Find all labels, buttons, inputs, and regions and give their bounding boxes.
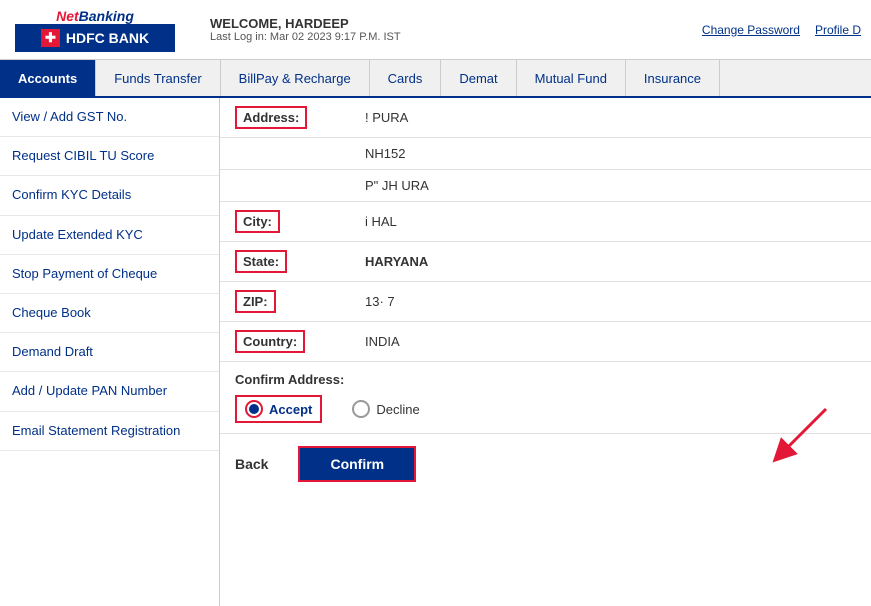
- sidebar-item-demand-draft[interactable]: Demand Draft: [0, 333, 219, 372]
- action-row: Back Confirm: [220, 434, 871, 494]
- welcome-area: WELCOME, HARDEEP Last Log in: Mar 02 202…: [200, 16, 702, 43]
- tab-demat[interactable]: Demat: [441, 60, 516, 96]
- form-row-address-3: P" JH URA: [220, 170, 871, 202]
- form-row-zip: ZIP: 13· 7: [220, 282, 871, 322]
- address-label-cell: Address:: [220, 98, 350, 138]
- form-row-city: City: i HAL: [220, 202, 871, 242]
- accept-radio[interactable]: [245, 400, 263, 418]
- state-label: State:: [235, 250, 287, 273]
- address-value-2: NH152: [350, 138, 871, 170]
- header-links: Change Password Profile D: [702, 23, 861, 37]
- back-button[interactable]: Back: [235, 456, 268, 472]
- decline-label: Decline: [376, 402, 419, 417]
- country-label-cell: Country:: [220, 322, 350, 362]
- sidebar-item-cibil[interactable]: Request CIBIL TU Score: [0, 137, 219, 176]
- state-label-cell: State:: [220, 242, 350, 282]
- logo-area: NetBanking ✚ HDFC BANK: [10, 8, 180, 52]
- address-label-cell-2: [220, 138, 350, 170]
- zip-value: 13· 7: [350, 282, 871, 322]
- zip-label-cell: ZIP:: [220, 282, 350, 322]
- page-header: NetBanking ✚ HDFC BANK WELCOME, HARDEEP …: [0, 0, 871, 60]
- city-label: City:: [235, 210, 280, 233]
- confirm-address-label: Confirm Address:: [235, 372, 856, 387]
- accept-label: Accept: [269, 402, 312, 417]
- bank-name: HDFC BANK: [66, 30, 149, 46]
- sidebar-item-stop-payment[interactable]: Stop Payment of Cheque: [0, 255, 219, 294]
- state-value: HARYANA: [350, 242, 871, 282]
- nav-tabs: Accounts Funds Transfer BillPay & Rechar…: [0, 60, 871, 98]
- tab-mutual-fund[interactable]: Mutual Fund: [517, 60, 626, 96]
- form-row-address-2: NH152: [220, 138, 871, 170]
- sidebar-item-email-statement[interactable]: Email Statement Registration: [0, 412, 219, 451]
- tab-accounts[interactable]: Accounts: [0, 60, 96, 96]
- address-label: Address:: [235, 106, 307, 129]
- sidebar-item-cheque-book[interactable]: Cheque Book: [0, 294, 219, 333]
- city-label-cell: City:: [220, 202, 350, 242]
- tab-insurance[interactable]: Insurance: [626, 60, 720, 96]
- accept-option-box[interactable]: Accept: [235, 395, 322, 423]
- form-row-address: Address: ! PURA: [220, 98, 871, 138]
- sidebar-item-gst[interactable]: View / Add GST No.: [0, 98, 219, 137]
- city-value: i HAL: [350, 202, 871, 242]
- netbanking-text: NetBanking: [56, 8, 134, 24]
- address-form-table: Address: ! PURA NH152: [220, 98, 871, 362]
- address-value-3: P" JH URA: [350, 170, 871, 202]
- accept-radio-inner: [249, 404, 259, 414]
- sidebar-item-extended-kyc[interactable]: Update Extended KYC: [0, 216, 219, 255]
- tab-cards[interactable]: Cards: [370, 60, 442, 96]
- confirm-button[interactable]: Confirm: [298, 446, 416, 482]
- hdfc-logo: ✚ HDFC BANK: [15, 24, 175, 52]
- sidebar-item-pan[interactable]: Add / Update PAN Number: [0, 372, 219, 411]
- form-row-state: State: HARYANA: [220, 242, 871, 282]
- country-value: INDIA: [350, 322, 871, 362]
- tab-billpay-recharge[interactable]: BillPay & Recharge: [221, 60, 370, 96]
- sidebar: View / Add GST No. Request CIBIL TU Scor…: [0, 98, 220, 606]
- tab-funds-transfer[interactable]: Funds Transfer: [96, 60, 220, 96]
- decline-radio[interactable]: [352, 400, 370, 418]
- zip-label: ZIP:: [235, 290, 276, 313]
- address-label-cell-3: [220, 170, 350, 202]
- last-login-text: Last Log in: Mar 02 2023 9:17 P.M. IST: [210, 31, 702, 43]
- change-password-link[interactable]: Change Password: [702, 23, 800, 37]
- content-area: Address: ! PURA NH152: [220, 98, 871, 606]
- address-value-1: ! PURA: [350, 98, 871, 138]
- main-layout: View / Add GST No. Request CIBIL TU Scor…: [0, 98, 871, 606]
- form-row-country: Country: INDIA: [220, 322, 871, 362]
- country-label: Country:: [235, 330, 305, 353]
- welcome-text: WELCOME, HARDEEP: [210, 16, 702, 31]
- decline-option[interactable]: Decline: [352, 400, 419, 418]
- red-arrow-icon: [741, 404, 831, 464]
- hdfc-cross-icon: ✚: [41, 29, 60, 47]
- sidebar-item-kyc-confirm[interactable]: Confirm KYC Details: [0, 176, 219, 215]
- profile-link[interactable]: Profile D: [815, 23, 861, 37]
